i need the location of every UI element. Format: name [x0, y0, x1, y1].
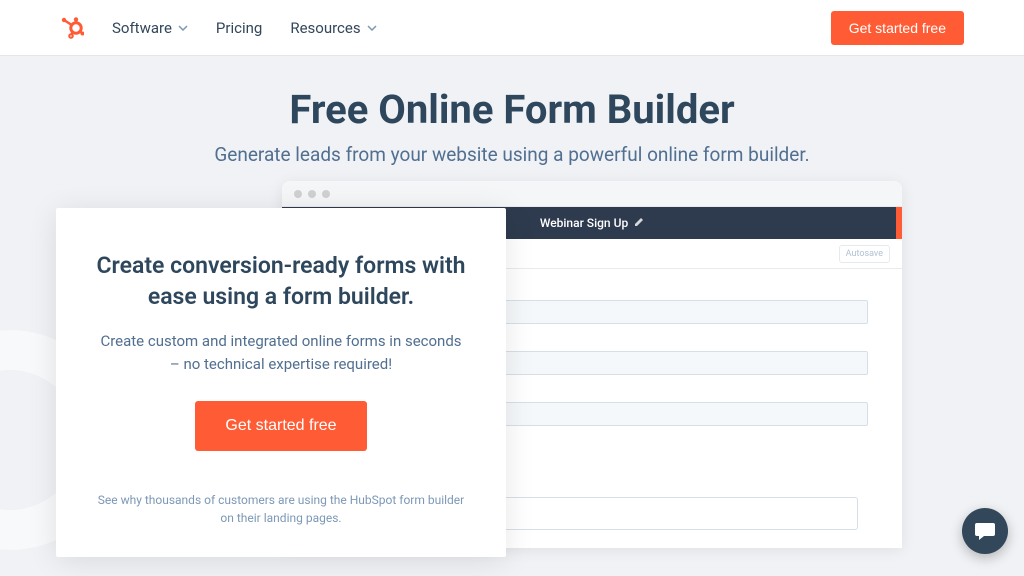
nav-software[interactable]: Software: [112, 19, 188, 37]
hubspot-sprocket-icon: [60, 16, 84, 40]
content-area: Webinar Sign Up Form Options Test Autosa…: [0, 176, 1024, 576]
demo-form-title: Webinar Sign Up: [540, 216, 628, 230]
autosave-badge: Autosave: [839, 245, 890, 263]
window-dot: [322, 190, 330, 198]
hubspot-logo[interactable]: [60, 16, 84, 40]
header-left: Software Pricing Resources: [60, 16, 377, 40]
hero-subtitle: Generate leads from your website using a…: [202, 143, 822, 166]
browser-chrome: [282, 181, 902, 207]
chevron-down-icon: [367, 23, 377, 33]
main-header: Software Pricing Resources Get started f…: [0, 0, 1024, 56]
window-dot: [308, 190, 316, 198]
window-dot: [294, 190, 302, 198]
nav-pricing[interactable]: Pricing: [216, 19, 262, 37]
nav-label: Software: [112, 19, 172, 37]
main-nav: Software Pricing Resources: [112, 19, 377, 37]
hero-title: Free Online Form Builder: [20, 86, 1004, 133]
card-title: Create conversion-ready forms with ease …: [96, 250, 466, 312]
header-cta-button[interactable]: Get started free: [831, 11, 964, 45]
chevron-down-icon: [178, 23, 188, 33]
chat-widget-button[interactable]: [962, 508, 1008, 554]
chat-icon: [973, 519, 997, 543]
pencil-edit-icon[interactable]: [634, 216, 644, 230]
hero-section: Free Online Form Builder Generate leads …: [0, 56, 1024, 176]
nav-resources[interactable]: Resources: [290, 19, 376, 37]
card-cta-button[interactable]: Get started free: [195, 401, 366, 451]
nav-label: Resources: [290, 19, 360, 37]
hero-card: Create conversion-ready forms with ease …: [56, 208, 506, 557]
card-fineprint: See why thousands of customers are using…: [96, 491, 466, 527]
nav-label: Pricing: [216, 19, 262, 37]
accent-stripe: [896, 207, 902, 239]
card-subtitle: Create custom and integrated online form…: [96, 330, 466, 375]
